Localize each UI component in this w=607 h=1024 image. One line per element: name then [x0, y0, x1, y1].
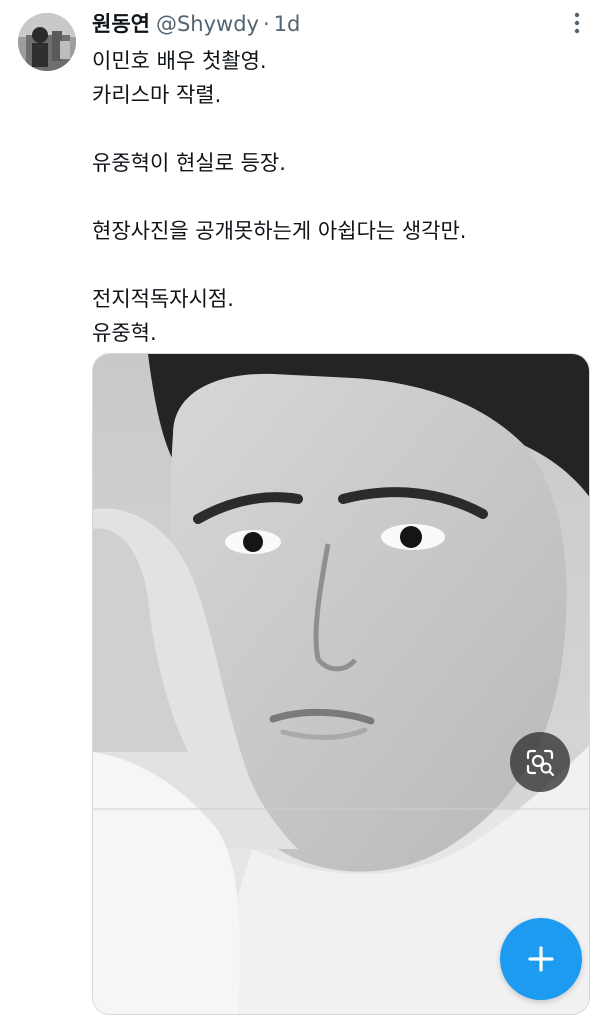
tweet-line: 전지적독자시점. — [92, 287, 234, 311]
tweet-line — [92, 248, 592, 282]
plus-icon — [528, 946, 554, 972]
tweet-line: 이민호 배우 첫촬영. — [92, 49, 267, 73]
more-options-button[interactable] — [562, 8, 592, 38]
tweet-line: 유중혁이 현실로 등장. — [92, 151, 286, 175]
tweet-timestamp[interactable]: 1d — [274, 10, 301, 38]
tweet-body: 이민호 배우 첫촬영. 카리스마 작렬. 유중혁이 현실로 등장. 현장사진을 … — [92, 44, 592, 350]
visual-search-button[interactable] — [510, 732, 570, 792]
author-name[interactable]: 원동연 — [92, 10, 150, 38]
avatar-image — [18, 13, 76, 71]
compose-tweet-button[interactable] — [500, 918, 582, 1000]
visual-search-icon — [526, 749, 555, 777]
tweet-line: 현장사진을 공개못하는게 아쉽다는 생각만. — [92, 219, 467, 243]
author-handle[interactable]: @Shywdy — [156, 10, 259, 38]
header-separator: · — [262, 12, 270, 36]
portrait-image — [93, 354, 589, 1014]
tweet-line: 카리스마 작렬. — [92, 83, 222, 107]
tweet-line: 유중혁. — [92, 321, 157, 345]
tweet-line — [92, 180, 592, 214]
tweet-header: 원동연 @Shywdy · 1d — [92, 10, 300, 38]
tweet-media-image[interactable] — [92, 353, 590, 1015]
tweet-line — [92, 112, 592, 146]
author-avatar[interactable] — [18, 13, 76, 71]
more-vertical-icon — [574, 12, 580, 34]
